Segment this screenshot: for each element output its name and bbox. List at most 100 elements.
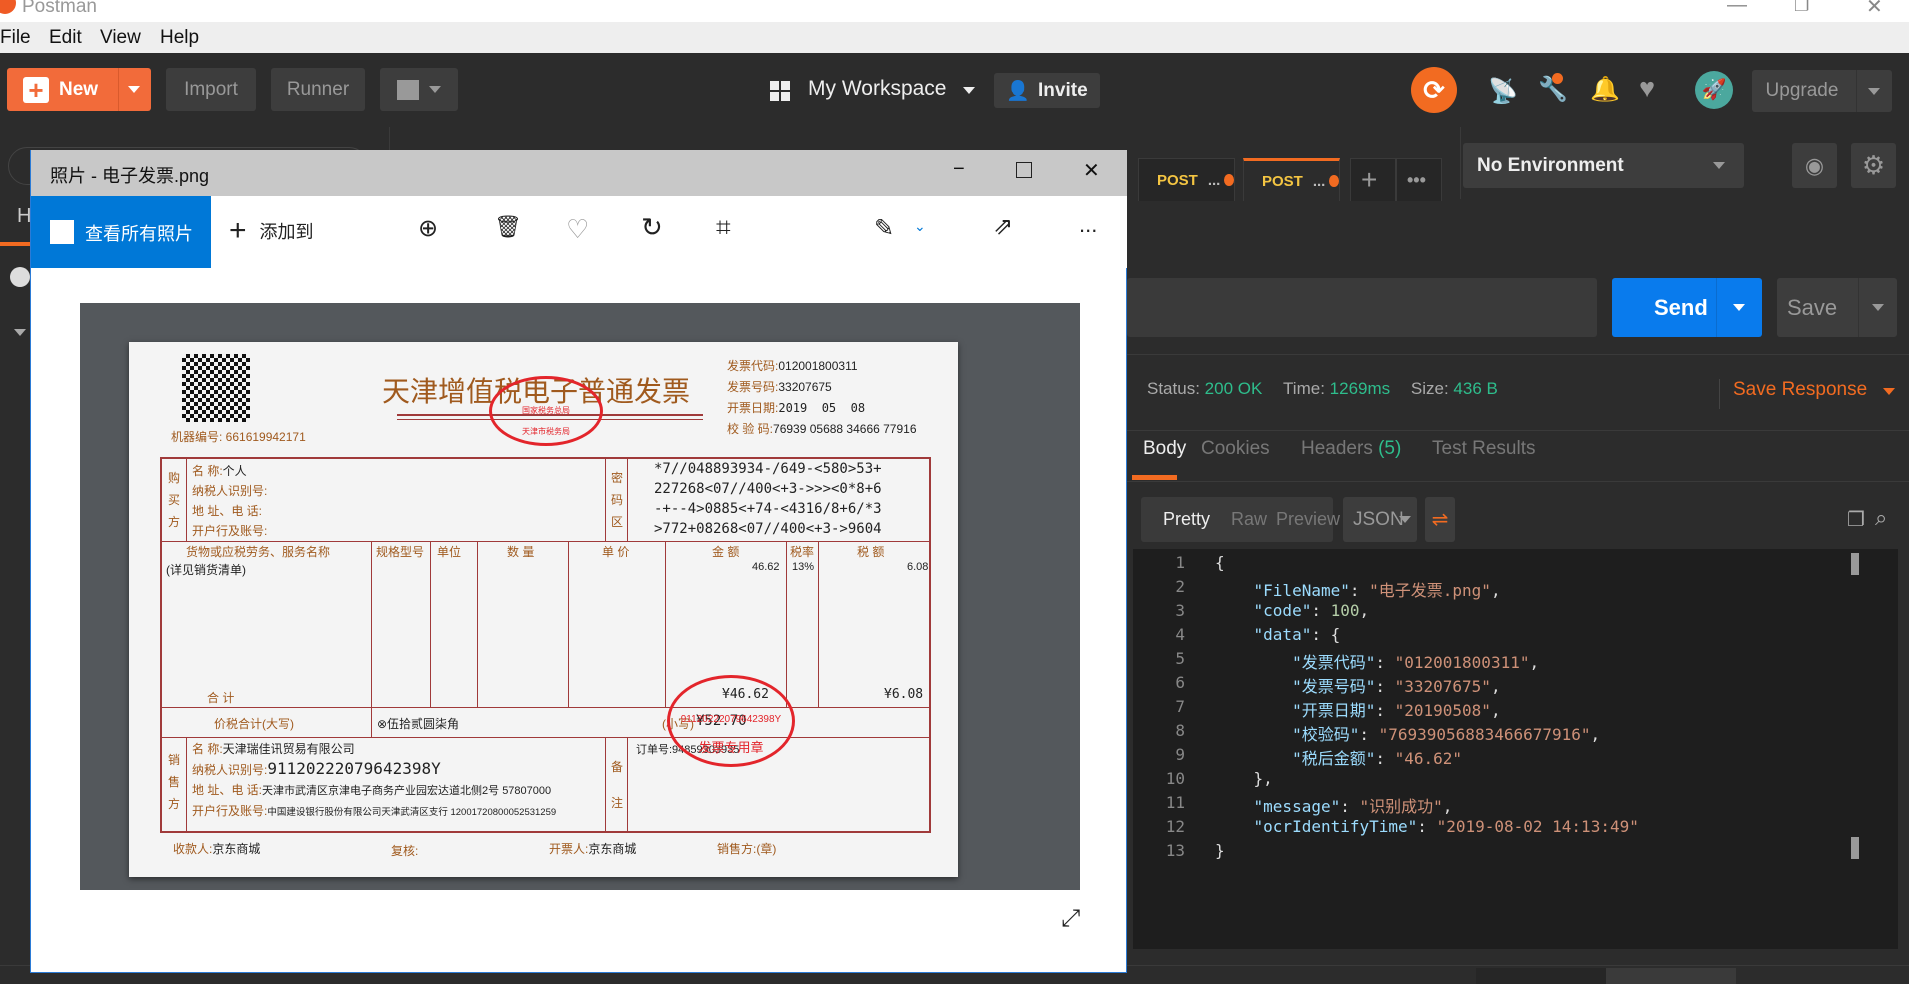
line-number: 11 xyxy=(1165,793,1185,812)
copy-icon[interactable]: ❐ xyxy=(1847,507,1865,532)
save-dropdown-icon[interactable] xyxy=(1872,304,1884,311)
full-screen-icon[interactable]: ⤢ xyxy=(1061,905,1080,933)
menu-edit[interactable]: Edit xyxy=(49,27,82,49)
invite-label: Invite xyxy=(1038,79,1088,101)
code-line: "开票日期": "20190508", xyxy=(1215,697,1501,721)
seller-tax-id: 91120222079642398Y xyxy=(267,759,441,778)
workspace-selector[interactable]: My Workspace xyxy=(808,77,946,101)
request-tab-active[interactable]: POST... xyxy=(1243,158,1340,201)
menu-help[interactable]: Help xyxy=(160,27,199,49)
save-response-button[interactable]: Save Response xyxy=(1733,379,1867,401)
favorite-heart-icon[interactable]: ♡ xyxy=(566,214,589,245)
add-user-icon: 👤 xyxy=(1006,80,1031,102)
workspace-dropdown-icon[interactable] xyxy=(963,87,975,94)
import-button[interactable]: Import xyxy=(166,68,256,111)
environment-quick-look-button[interactable]: ◉ xyxy=(1792,143,1837,188)
code-line: "税后金额": "46.62" xyxy=(1215,745,1462,769)
add-to-button[interactable]: + 添加到 xyxy=(229,214,314,248)
tab-test-results[interactable]: Test Results xyxy=(1432,438,1535,460)
view-raw[interactable]: Raw xyxy=(1231,509,1267,530)
crop-icon[interactable]: ⌗ xyxy=(716,212,731,244)
collapse-icon[interactable] xyxy=(14,329,26,336)
runner-button[interactable]: Runner xyxy=(271,68,365,111)
photos-maximize-button[interactable] xyxy=(1016,162,1032,178)
wrap-icon: ⇌ xyxy=(1431,509,1449,531)
manage-environments-button[interactable]: ⚙ xyxy=(1851,143,1896,188)
minimize-button[interactable]: — xyxy=(1727,0,1747,17)
invoice-code: 012001800311 xyxy=(778,359,858,373)
request-tab[interactable]: POST... xyxy=(1138,158,1235,201)
code-token: "税后金额" xyxy=(1215,749,1376,768)
buyer-bank-label: 开户行及账号: xyxy=(192,524,268,538)
rotate-icon[interactable]: ↻ xyxy=(641,212,663,243)
buyer-address-label: 地 址、电 话: xyxy=(192,504,263,518)
more-options-button[interactable]: ... xyxy=(1079,212,1097,238)
url-input[interactable] xyxy=(1127,278,1597,337)
save-response-dropdown-icon[interactable] xyxy=(1883,388,1895,395)
photos-window: 照片 - 电子发票.png − ✕ 查看所有照片 + 添加到 ⊕ 🗑 ♡ ↻ ⌗… xyxy=(30,150,1127,973)
code-token: { xyxy=(1215,553,1225,572)
code-token: "发票号码" xyxy=(1215,677,1376,696)
scrollbar-thumb[interactable] xyxy=(1851,837,1859,859)
new-button[interactable]: + New xyxy=(7,68,151,111)
code-token: "code" xyxy=(1215,601,1312,620)
photos-close-button[interactable]: ✕ xyxy=(1083,158,1100,183)
code-token: : xyxy=(1375,677,1395,696)
tab-body[interactable]: Body xyxy=(1143,438,1186,460)
wrap-lines-button[interactable]: ⇌ xyxy=(1425,497,1455,542)
line-number: 4 xyxy=(1175,625,1185,644)
sync-icon[interactable]: ⟳ xyxy=(1411,67,1457,113)
new-window-button[interactable] xyxy=(380,68,458,111)
delete-icon[interactable]: 🗑 xyxy=(494,214,522,240)
tab-cookies[interactable]: Cookies xyxy=(1201,438,1270,460)
code-token: }, xyxy=(1215,769,1273,788)
environment-selector[interactable]: No Environment xyxy=(1463,143,1744,188)
close-window-button[interactable]: ✕ xyxy=(1866,0,1883,19)
restore-button[interactable]: ❐ xyxy=(1794,0,1809,16)
scrollbar-thumb[interactable] xyxy=(1851,553,1859,575)
plus-icon: + xyxy=(229,214,247,247)
tab-options-button[interactable]: ••• xyxy=(1396,158,1442,201)
date-label: 开票日期: xyxy=(727,401,779,415)
view-preview[interactable]: Preview xyxy=(1276,509,1340,530)
upgrade-button[interactable]: Upgrade xyxy=(1752,70,1892,112)
line-number: 9 xyxy=(1175,745,1185,764)
save-label: Save xyxy=(1787,294,1838,320)
edit-create-icon[interactable]: ✎ xyxy=(874,214,894,243)
sidebar-toggle[interactable] xyxy=(10,267,30,287)
photos-minimize-button[interactable]: − xyxy=(953,158,965,181)
remark-label: 备注 xyxy=(611,760,624,810)
send-dropdown-icon[interactable] xyxy=(1733,304,1745,311)
new-tab-button[interactable]: + xyxy=(1350,158,1396,201)
zoom-in-icon[interactable]: ⊕ xyxy=(418,214,438,243)
view-pretty[interactable]: Pretty xyxy=(1163,509,1210,530)
bell-icon[interactable]: 🔔 xyxy=(1590,75,1620,104)
tab-headers[interactable]: Headers (5) xyxy=(1301,438,1401,460)
format-selector[interactable]: JSON xyxy=(1343,497,1417,542)
status-bar-tab-browse[interactable] xyxy=(1606,968,1736,984)
line-number: 5 xyxy=(1175,649,1185,668)
code-line: "code": 100, xyxy=(1215,601,1370,620)
share-icon[interactable]: ⇗ xyxy=(993,212,1013,241)
heart-icon[interactable]: ♥ xyxy=(1639,73,1655,104)
view-all-label: 查看所有照片 xyxy=(85,224,193,244)
new-dropdown-icon[interactable] xyxy=(128,86,140,93)
response-body-editor[interactable]: 1 {2 "FileName": "电子发票.png", 3 "code": 100… xyxy=(1133,549,1898,949)
seller-name: 天津瑞佳讯贸易有限公司 xyxy=(222,742,355,756)
code-token: : { xyxy=(1311,625,1341,644)
invite-button[interactable]: 👤 Invite xyxy=(994,73,1100,108)
edit-dropdown-icon[interactable]: ⌄ xyxy=(914,218,926,235)
status-bar-tab-build[interactable] xyxy=(1476,968,1606,984)
view-all-photos-button[interactable]: 查看所有照片 xyxy=(31,196,211,268)
save-button[interactable]: Save xyxy=(1777,278,1897,337)
menu-view[interactable]: View xyxy=(100,27,141,49)
search-icon[interactable]: ⌕ xyxy=(1875,505,1887,531)
upgrade-dropdown-icon[interactable] xyxy=(1868,87,1880,95)
col-header-tax: 税 额 xyxy=(857,545,885,559)
rocket-icon[interactable]: 🚀 xyxy=(1695,71,1733,109)
menu-file[interactable]: File xyxy=(0,27,31,49)
photos-toolbar: 查看所有照片 + 添加到 ⊕ 🗑 ♡ ↻ ⌗ ✎ ⌄ ⇗ ... xyxy=(31,196,1127,268)
satellite-icon[interactable]: 📡 xyxy=(1488,77,1518,106)
send-button[interactable]: Send xyxy=(1612,278,1762,337)
buyer-name-label: 名 称: xyxy=(192,464,223,478)
